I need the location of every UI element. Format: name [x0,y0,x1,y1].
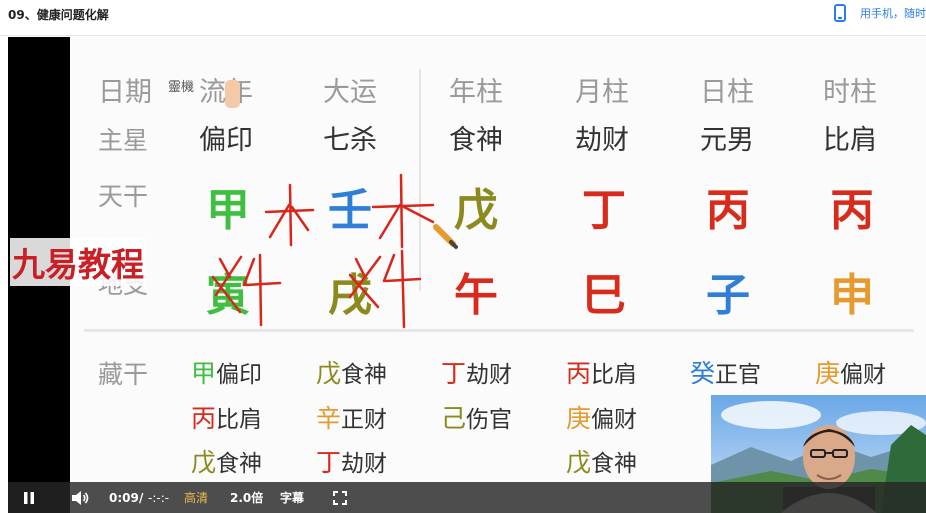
logo-text: 靈機 [168,80,195,95]
speed-button[interactable]: 2.0倍 [230,482,263,513]
volume-icon [72,490,89,505]
hidden-stem: 丁 [441,359,467,388]
hidden-stem: 庚 [815,359,841,388]
phone-icon [834,4,846,22]
quality-button[interactable]: 高清 [184,482,208,513]
hidden-god: 偏财 [840,362,887,388]
row-label-stars: 主星 [98,126,149,155]
hidden-stem: 甲 [191,359,217,388]
hidden-god: 比肩 [216,407,263,433]
star-month: 劫财 [575,125,629,156]
hidden-stem: 戊 [316,359,342,388]
tiangan-month: 丁 [582,185,626,236]
hidden-god: 食神 [341,362,388,388]
hidden-god: 劫财 [341,451,388,477]
hidden-stem-item: 辛正财 [316,399,387,435]
star-hour: 比肩 [823,125,877,156]
hidden-stem-item: 甲偏印 [191,354,262,390]
hidden-stem-item: 戊食神 [316,354,387,390]
hidden-stem-item: 戊食神 [191,443,262,479]
tiangan-liunian: 甲 [206,185,250,236]
hidden-god: 伤官 [466,407,513,433]
column-divider [419,69,421,291]
hidden-stem: 癸 [690,359,716,388]
hidden-stem-item: 癸正官 [690,354,761,390]
player-controls: 0:09 / -:-:- 高清 2.0倍 字幕 [8,482,926,513]
hidden-stem-item: 庚偏财 [815,354,886,390]
fullscreen-button[interactable] [333,482,347,513]
header-month-pillar: 月柱 [575,77,629,108]
hidden-god: 偏印 [216,362,263,388]
hidden-stem: 辛 [316,404,342,433]
hidden-stem: 丙 [566,359,592,388]
hidden-stem-item: 己伤官 [441,399,512,435]
dizhi-liunian: 寅 [206,270,250,321]
fullscreen-icon [333,490,347,505]
hidden-stem: 庚 [566,404,592,433]
logo-mark [225,80,240,108]
star-liunian: 偏印 [199,125,253,156]
hidden-stem-item: 丙比肩 [191,399,262,435]
hidden-stem-item: 丁劫财 [441,354,512,390]
hidden-stem: 丁 [316,448,342,477]
hidden-god: 比肩 [591,362,638,388]
section-divider [84,329,914,332]
hidden-god: 食神 [591,451,638,477]
hidden-god: 偏财 [591,407,638,433]
mobile-hint[interactable]: 用手机，随时 [834,4,926,22]
dizhi-hour: 申 [830,270,874,321]
dizhi-month: 巳 [582,270,626,321]
hidden-stem: 戊 [566,448,592,477]
tiangan-year: 戊 [454,185,498,236]
star-dayun: 七杀 [323,125,377,156]
header-year-pillar: 年柱 [449,77,503,108]
tiangan-day: 丙 [706,185,750,236]
pause-icon [24,491,34,504]
hidden-stem: 己 [441,404,467,433]
pause-button[interactable] [22,482,36,513]
header-dayun: 大运 [323,77,377,108]
mobile-hint-text: 用手机，随时 [860,7,926,20]
tiangan-dayun: 壬 [328,185,372,236]
header-date: 日期 [98,77,152,108]
dizhi-year: 午 [454,270,498,321]
hidden-stem: 丙 [191,404,217,433]
hidden-god: 正官 [715,362,762,388]
dizhi-day: 子 [706,270,750,321]
header-hour-pillar: 时柱 [823,77,877,108]
volume-button[interactable] [70,482,90,513]
hidden-stem-item: 丙比肩 [566,354,637,390]
watermark: 九易教程 [10,238,146,286]
video-player[interactable]: 日期 流年 大运 年柱 月柱 日柱 时柱 主星 偏印 七杀 食神 劫财 元男 比… [8,37,926,513]
subtitles-button[interactable]: 字幕 [280,482,304,513]
hidden-stem-item: 丁劫财 [316,443,387,479]
hidden-stem-item: 戊食神 [566,443,637,479]
row-label-hidden: 藏干 [98,360,149,389]
hidden-stem-item: 庚偏财 [566,399,637,435]
row-label-tiangan: 天干 [98,182,149,211]
tiangan-hour: 丙 [830,185,874,236]
top-bar: 09、健康问题化解 用手机，随时 [0,0,926,36]
hidden-stem: 戊 [191,448,217,477]
dizhi-dayun: 戌 [328,270,372,321]
star-year: 食神 [449,125,503,156]
hidden-god: 食神 [216,451,263,477]
hidden-god: 劫财 [466,362,513,388]
star-day: 元男 [700,125,754,156]
hidden-god: 正财 [341,407,388,433]
duration: -:-:- [148,490,170,505]
page-title: 09、健康问题化解 [8,8,109,22]
header-day-pillar: 日柱 [700,77,754,108]
current-time: 0:09 [109,490,139,505]
time-separator: / [139,490,144,505]
